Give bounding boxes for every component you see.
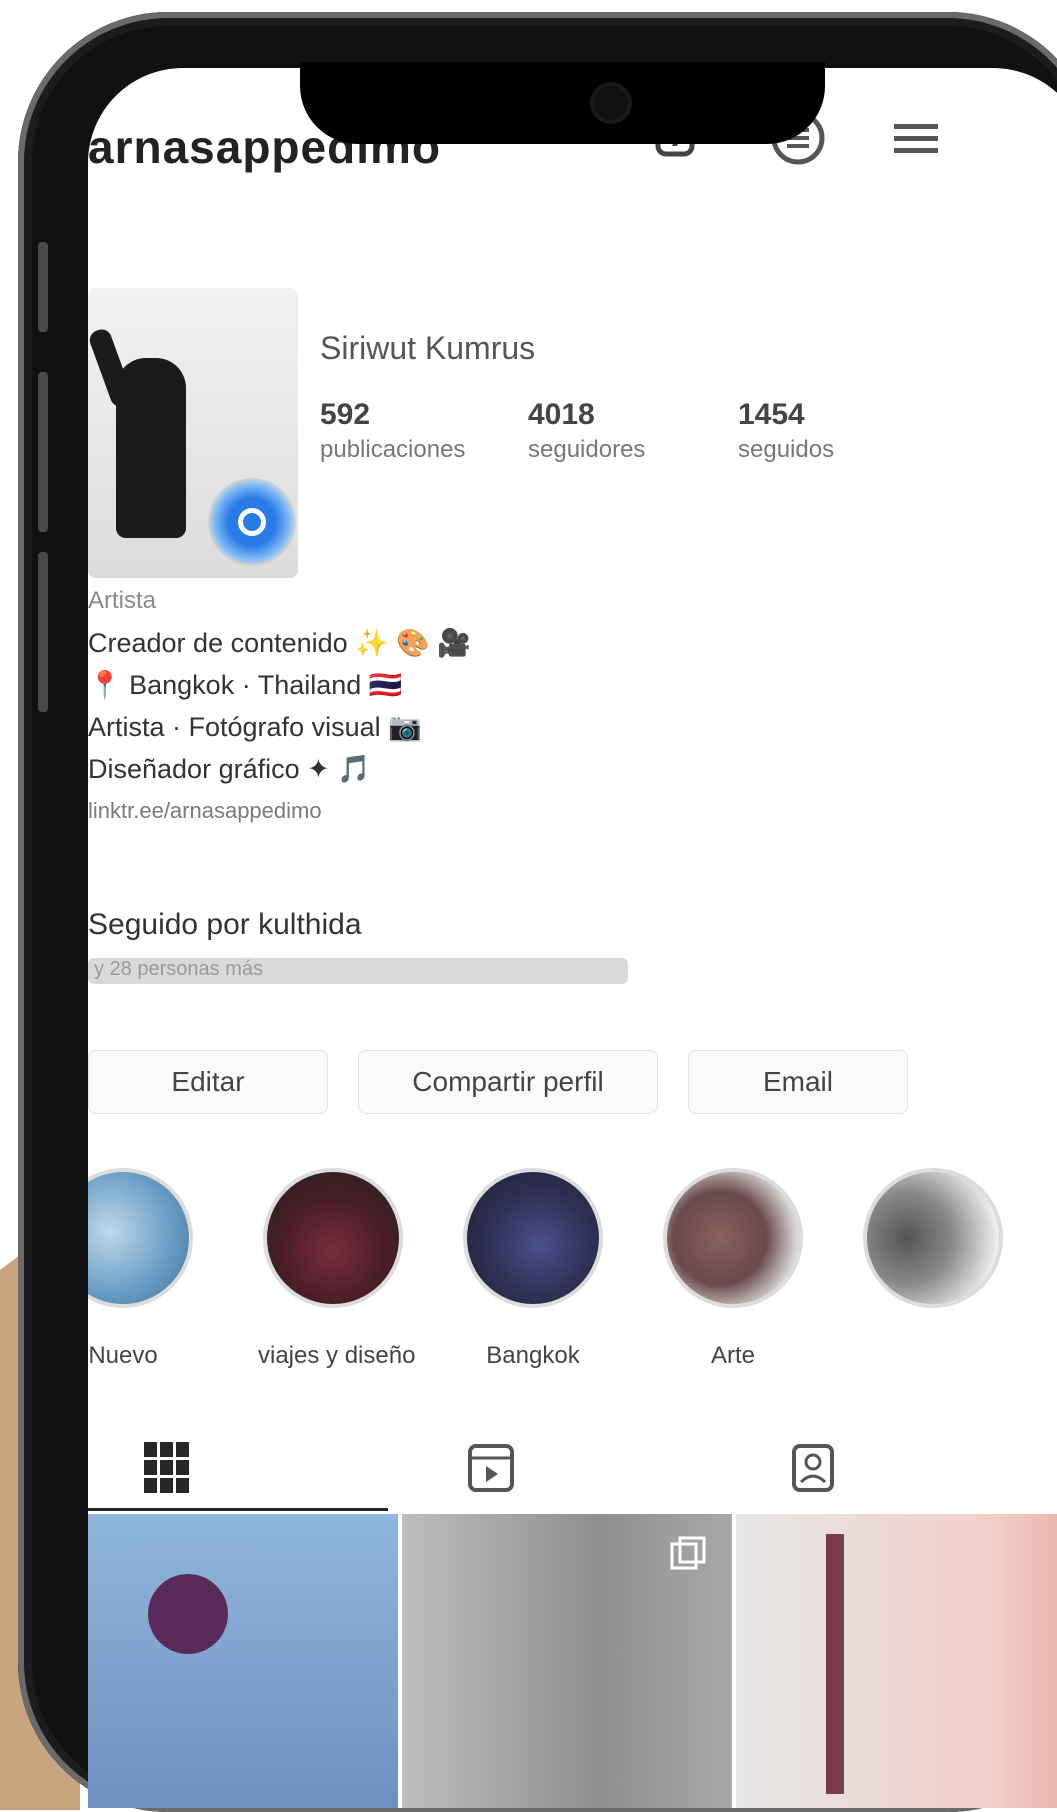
stat-following[interactable]: 1454 seguidos — [738, 398, 928, 464]
tagged-icon[interactable] — [788, 1440, 838, 1496]
post-thumbnail[interactable] — [736, 1514, 1057, 1808]
share-profile-button[interactable]: Compartir perfil — [358, 1050, 658, 1114]
stat-following-label: seguidos — [738, 436, 835, 463]
highlight-item[interactable]: Nuevo — [88, 1168, 198, 1370]
stat-following-value: 1454 — [738, 398, 805, 431]
profile-category: Artista — [88, 587, 157, 614]
email-button[interactable]: Email — [688, 1050, 908, 1114]
stat-followers[interactable]: 4018 seguidores — [528, 398, 718, 464]
active-tab-indicator — [88, 1508, 388, 1511]
front-camera — [594, 86, 628, 120]
highlight-item[interactable] — [858, 1168, 1008, 1308]
followed-by-subtitle-text: y 28 personas más — [94, 958, 263, 980]
highlight-cover — [463, 1168, 603, 1308]
followed-by[interactable]: Seguido por kulthida — [88, 908, 362, 942]
bio-line: Creador de contenido ✨ 🎨 🎥 — [88, 628, 472, 658]
stat-followers-label: seguidores — [528, 436, 646, 463]
bio-line: Diseñador gráfico ✦ 🎵 — [88, 754, 371, 784]
highlight-label: viajes y diseño — [258, 1342, 416, 1369]
stat-posts-label: publicaciones — [320, 436, 466, 463]
highlight-cover — [663, 1168, 803, 1308]
add-story-icon[interactable] — [208, 478, 296, 566]
profile-link[interactable]: linktr.ee/arnasappedimo — [88, 790, 848, 832]
app-screen: arnasappedimo Siriwut Kumrus 592 publica… — [88, 68, 1057, 1808]
reels-icon[interactable] — [466, 1440, 516, 1496]
highlight-label: Nuevo — [88, 1342, 158, 1369]
bio-line: Artista · Fotógrafo visual 📷 — [88, 712, 422, 742]
highlight-cover — [263, 1168, 403, 1308]
highlight-label: Arte — [710, 1342, 755, 1369]
profile-bio: Artista Creador de contenido ✨ 🎨 🎥 📍 Ban… — [88, 580, 848, 832]
highlight-item[interactable]: viajes y diseño — [258, 1168, 416, 1370]
post-thumbnail[interactable] — [402, 1514, 732, 1808]
highlight-item[interactable]: Arte — [658, 1168, 808, 1370]
stat-posts[interactable]: 592 publicaciones — [320, 398, 510, 464]
edit-profile-button[interactable]: Editar — [88, 1050, 328, 1114]
options-icon[interactable] — [888, 108, 948, 168]
highlight-item[interactable]: Bangkok — [458, 1168, 608, 1370]
phone-side-button — [38, 242, 48, 332]
carousel-icon — [670, 1536, 706, 1570]
profile-avatar[interactable] — [88, 288, 298, 578]
profile-display-name: Siriwut Kumrus — [320, 330, 536, 366]
bio-line: 📍 Bangkok · Thailand 🇹🇭 — [88, 670, 403, 700]
post-thumbnail[interactable] — [88, 1514, 398, 1808]
phone-volume-up-button — [38, 372, 48, 532]
stat-posts-value: 592 — [320, 398, 371, 431]
grid-icon[interactable] — [142, 1440, 192, 1496]
followed-by-subtitle: y 28 personas más — [88, 958, 628, 984]
highlight-cover — [863, 1168, 1003, 1308]
phone-notch — [300, 62, 825, 144]
phone-volume-down-button — [38, 552, 48, 712]
highlight-label: Bangkok — [486, 1342, 580, 1369]
stat-followers-value: 4018 — [528, 398, 595, 431]
highlight-cover — [88, 1168, 193, 1308]
